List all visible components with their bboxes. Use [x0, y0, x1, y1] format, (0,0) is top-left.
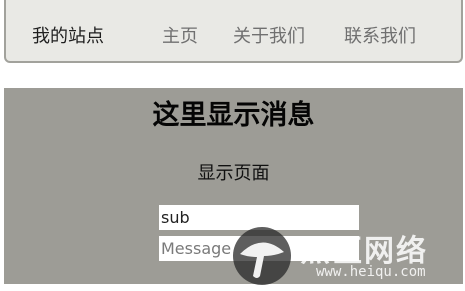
sub-input[interactable]	[159, 205, 359, 230]
message-input[interactable]	[159, 236, 359, 261]
message-heading: 这里显示消息	[152, 100, 315, 131]
nav-link-contact[interactable]: 联系我们	[344, 22, 416, 48]
nav-link-about[interactable]: 关于我们	[233, 22, 305, 48]
navbar: 我的站点 主页 关于我们 联系我们	[4, 0, 463, 63]
content-panel: 这里显示消息 显示页面	[4, 88, 463, 284]
site-brand[interactable]: 我的站点	[32, 22, 104, 48]
nav-link-home[interactable]: 主页	[162, 22, 198, 48]
page-label: 显示页面	[197, 163, 270, 184]
